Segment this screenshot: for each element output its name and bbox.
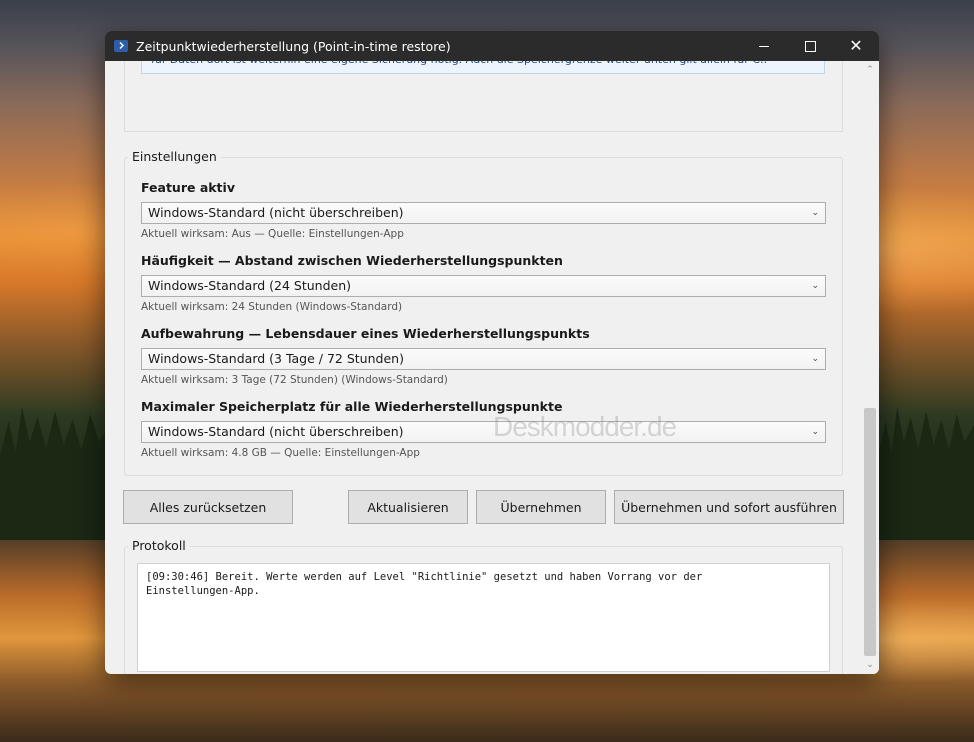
scroll-up-icon[interactable]: ⌃: [861, 63, 879, 77]
minimize-icon: [759, 45, 769, 47]
maximize-icon: [804, 40, 816, 52]
watermark-text: Deskmodder.de: [493, 411, 677, 442]
setting-retention: Aufbewahrung — Lebensdauer eines Wiederh…: [141, 326, 827, 386]
apply-button[interactable]: Übernehmen: [476, 490, 606, 524]
info-notice: für Daten dort ist weiterhin eine eigene…: [141, 61, 825, 74]
app-window: Zeitpunktwiederherstellung (Point-in-tim…: [105, 31, 879, 674]
setting-note: Aktuell wirksam: 4.8 GB — Quelle: Einste…: [141, 447, 420, 459]
chevron-down-icon: ⌄: [811, 427, 819, 437]
close-icon: ✕: [849, 36, 863, 55]
setting-label: Maximaler Speicherplatz für alle Wiederh…: [141, 399, 563, 414]
close-button[interactable]: ✕: [833, 31, 879, 61]
select-value: Windows-Standard (3 Tage / 72 Stunden): [148, 351, 404, 366]
maximize-button[interactable]: [787, 31, 833, 61]
frequency-select[interactable]: Windows-Standard (24 Stunden) ⌄: [141, 275, 826, 297]
vertical-scrollbar[interactable]: ⌃ ⌄: [861, 61, 879, 674]
setting-note: Aktuell wirksam: 24 Stunden (Windows-Sta…: [141, 301, 403, 313]
setting-max-storage: Maximaler Speicherplatz für alle Wiederh…: [141, 399, 827, 459]
reset-all-button[interactable]: Alles zurücksetzen: [123, 490, 293, 524]
window-title: Zeitpunktwiederherstellung (Point-in-tim…: [136, 38, 451, 54]
chevron-down-icon: ⌄: [811, 208, 819, 218]
select-value: Windows-Standard (nicht überschreiben): [148, 424, 404, 439]
select-value: Windows-Standard (nicht überschreiben): [148, 205, 404, 220]
log-caption: Protokoll: [128, 538, 190, 553]
retention-select[interactable]: Windows-Standard (3 Tage / 72 Stunden) ⌄: [141, 348, 826, 370]
scroll-content: für Daten dort ist weiterhin eine eigene…: [105, 61, 879, 674]
setting-label: Feature aktiv: [141, 180, 235, 195]
log-group: Protokoll [09:30:46] Bereit. Werte werde…: [124, 538, 843, 674]
scroll-thumb[interactable]: [864, 408, 876, 656]
setting-note: Aktuell wirksam: 3 Tage (72 Stunden) (Wi…: [141, 374, 448, 386]
refresh-button[interactable]: Aktualisieren: [348, 490, 468, 524]
chevron-down-icon: ⌄: [811, 281, 819, 291]
apply-and-run-button[interactable]: Übernehmen und sofort ausführen: [614, 490, 844, 524]
minimize-button[interactable]: [741, 31, 787, 61]
settings-group: Einstellungen Feature aktiv Windows-Stan…: [124, 149, 843, 476]
select-value: Windows-Standard (24 Stunden): [148, 278, 352, 293]
settings-caption: Einstellungen: [128, 149, 221, 164]
feature-active-select[interactable]: Windows-Standard (nicht überschreiben) ⌄: [141, 202, 826, 224]
powershell-icon: [114, 40, 128, 52]
title-bar[interactable]: Zeitpunktwiederherstellung (Point-in-tim…: [105, 31, 879, 61]
chevron-down-icon: ⌄: [811, 354, 819, 364]
setting-note: Aktuell wirksam: Aus — Quelle: Einstellu…: [141, 228, 404, 240]
log-output[interactable]: [09:30:46] Bereit. Werte werden auf Leve…: [137, 563, 830, 672]
setting-feature-active: Feature aktiv Windows-Standard (nicht üb…: [141, 180, 827, 240]
max-storage-select[interactable]: Windows-Standard (nicht überschreiben) ⌄: [141, 421, 826, 443]
info-group: für Daten dort ist weiterhin eine eigene…: [124, 61, 843, 132]
setting-label: Häufigkeit — Abstand zwischen Wiederhers…: [141, 253, 563, 268]
setting-frequency: Häufigkeit — Abstand zwischen Wiederhers…: [141, 253, 827, 313]
setting-label: Aufbewahrung — Lebensdauer eines Wiederh…: [141, 326, 590, 341]
scroll-down-icon[interactable]: ⌄: [861, 658, 879, 672]
